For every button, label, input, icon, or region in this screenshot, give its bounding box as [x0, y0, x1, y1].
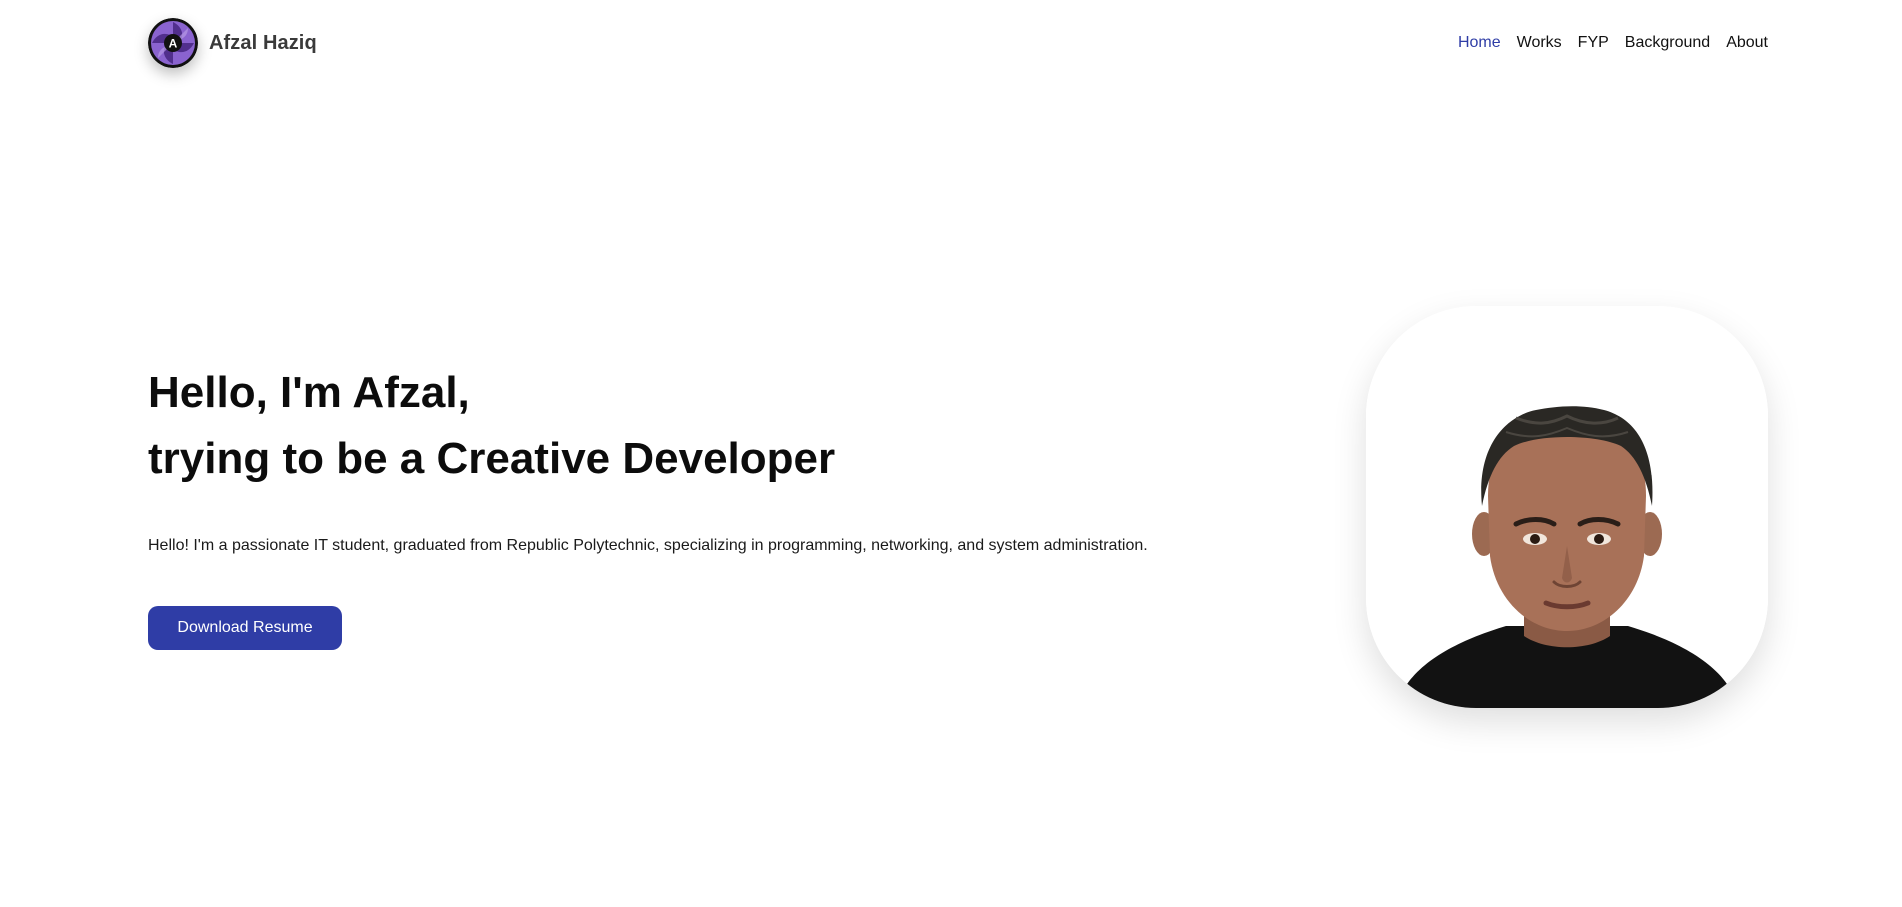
download-resume-button[interactable]: Download Resume [148, 606, 342, 650]
main-nav: Home Works FYP Background About [1442, 18, 1768, 68]
nav-home[interactable]: Home [1458, 34, 1501, 52]
profile-photo-icon [1366, 306, 1768, 708]
hero-title-line-1: Hello, I'm Afzal, [148, 368, 470, 417]
nav-works[interactable]: Works [1517, 34, 1562, 52]
logo-icon: A [148, 18, 198, 68]
page: A Afzal Haziq Home Works FYP Background … [0, 0, 1902, 907]
brand-link[interactable]: A Afzal Haziq [148, 18, 317, 68]
nav-about[interactable]: About [1726, 34, 1768, 52]
logo: A [148, 18, 198, 68]
hero-title: Hello, I'm Afzal, trying to be a Creativ… [148, 360, 835, 492]
nav-fyp[interactable]: FYP [1578, 34, 1609, 52]
logo-letter: A [169, 37, 178, 51]
profile-photo-card [1366, 306, 1768, 708]
nav-background[interactable]: Background [1625, 34, 1710, 52]
hero-description: Hello! I'm a passionate IT student, grad… [148, 537, 1148, 554]
site-header: A Afzal Haziq Home Works FYP Background … [148, 18, 1768, 70]
brand-name: Afzal Haziq [209, 31, 317, 54]
hero-title-line-2: trying to be a Creative Developer [148, 434, 836, 483]
